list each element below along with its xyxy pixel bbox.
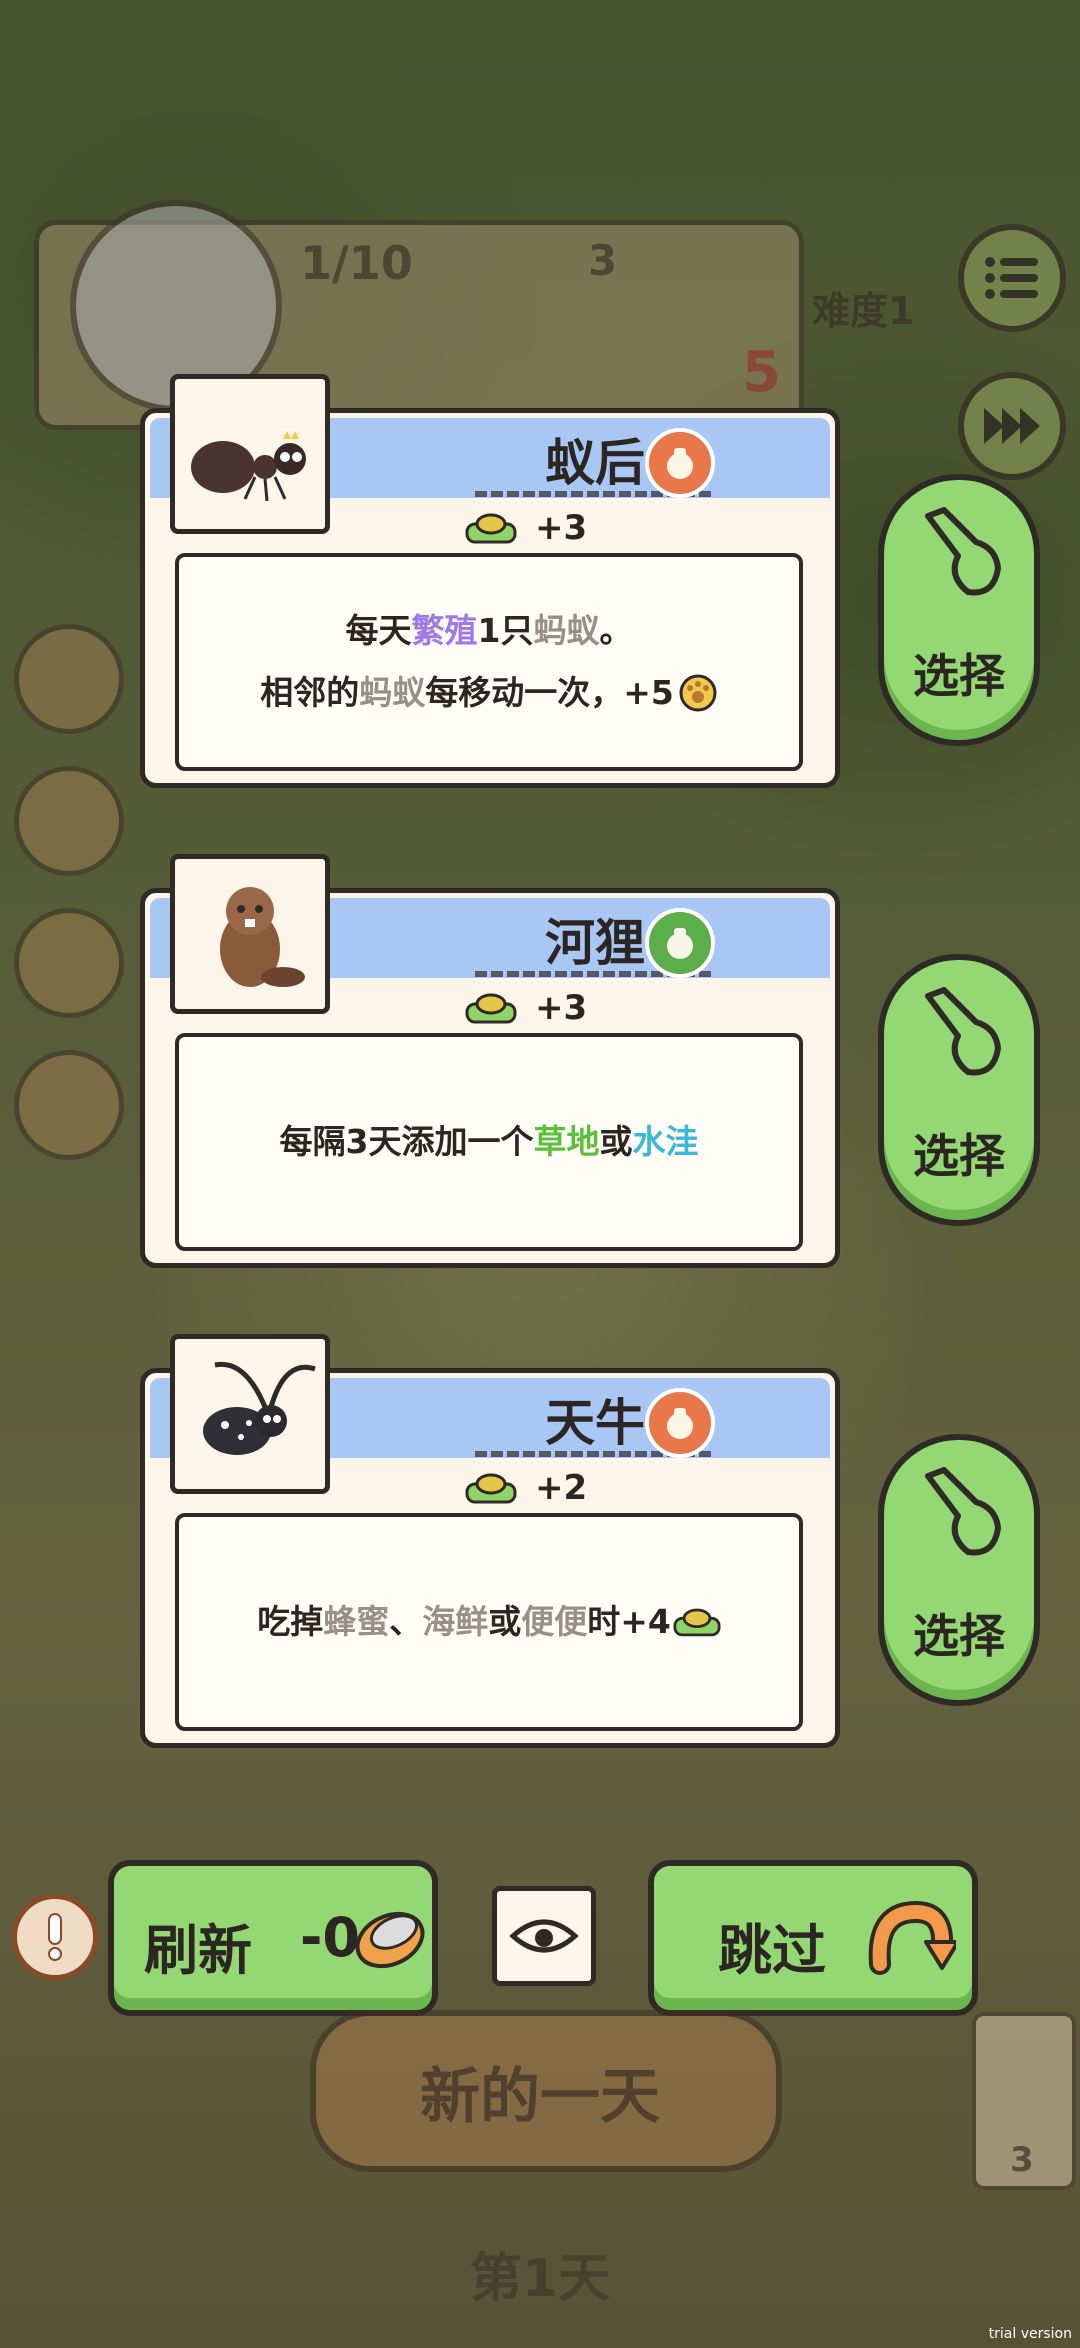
food-plate-icon: [465, 1473, 517, 1504]
price-value: +2: [535, 1468, 588, 1508]
longhorn-beetle-icon: [170, 1334, 330, 1494]
paw-coin-icon: [679, 674, 717, 712]
card-description: 吃掉 蜂蜜、海鲜或便便 时+4: [175, 1513, 803, 1731]
choice-card-beaver: 河狸 +3 每隔3天添加一个草地或水洼 选择: [140, 854, 1040, 1268]
desc-line: 相邻的 蚂蚁 每移动一次，+5: [260, 662, 718, 724]
orange-bag-icon: [645, 428, 715, 498]
choose-label: 选择: [913, 1609, 1005, 1663]
pointing-hand-icon: [925, 1467, 1001, 1556]
new-day-label: 新的一天: [420, 2062, 660, 2132]
food-plate-icon: [465, 993, 517, 1024]
orange-bag-icon: [645, 1388, 715, 1458]
price-value: +3: [535, 508, 588, 548]
pointing-hand-icon: [925, 987, 1001, 1076]
desc-line: 每隔3天添加一个草地或水洼: [279, 1122, 699, 1161]
beaver-icon: [170, 854, 330, 1014]
card-price: +2: [465, 1463, 587, 1513]
card-price: +3: [465, 503, 587, 553]
view-toggle-button[interactable]: [492, 1886, 596, 1986]
price-value: +3: [535, 988, 588, 1028]
skip-label: 跳过: [718, 1919, 826, 1982]
green-bag-icon: [645, 908, 715, 978]
desc-line: 每天繁殖1只蚂蚁。: [345, 611, 633, 650]
refresh-label: 刷新: [144, 1919, 252, 1982]
info-button[interactable]: [12, 1894, 98, 1980]
refresh-button[interactable]: 刷新 -0: [108, 1860, 438, 2016]
day-label: 第1天: [469, 2249, 611, 2309]
pointing-hand-icon: [925, 507, 1001, 596]
choose-button[interactable]: 选择: [878, 474, 1040, 746]
desc-line: 吃掉 蜂蜜、海鲜或便便 时+4: [257, 1591, 721, 1653]
choose-button[interactable]: 选择: [878, 1434, 1040, 1706]
cat-food-can-icon: [355, 1911, 425, 1969]
skip-button[interactable]: 跳过: [648, 1860, 978, 2016]
card-description: 每天繁殖1只蚂蚁。 相邻的 蚂蚁 每移动一次，+5: [175, 553, 803, 771]
choice-card-longhorn-beetle: 天牛 +2 吃掉 蜂蜜、海鲜或便便 时+4 选择: [140, 1334, 1040, 1748]
card-description: 每隔3天添加一个草地或水洼: [175, 1033, 803, 1251]
choose-label: 选择: [913, 1129, 1005, 1183]
choose-label: 选择: [913, 649, 1005, 703]
card-price: +3: [465, 983, 587, 1033]
owl-count: 3: [1010, 2140, 1034, 2180]
watermark: trial version: [988, 2326, 1072, 2342]
choose-button[interactable]: 选择: [878, 954, 1040, 1226]
eye-icon: [509, 1919, 579, 1953]
exclamation-icon: [48, 1913, 62, 1961]
food-plate-icon: [465, 513, 517, 544]
food-plate-icon: [673, 1608, 721, 1637]
ant-queen-icon: [170, 374, 330, 534]
skip-arrow-icon: [868, 1900, 956, 1975]
choice-card-ant-queen: 蚁后 +3 每天繁殖1只蚂蚁。 相邻的 蚂蚁 每移动一次，+5 选择: [140, 374, 1040, 788]
